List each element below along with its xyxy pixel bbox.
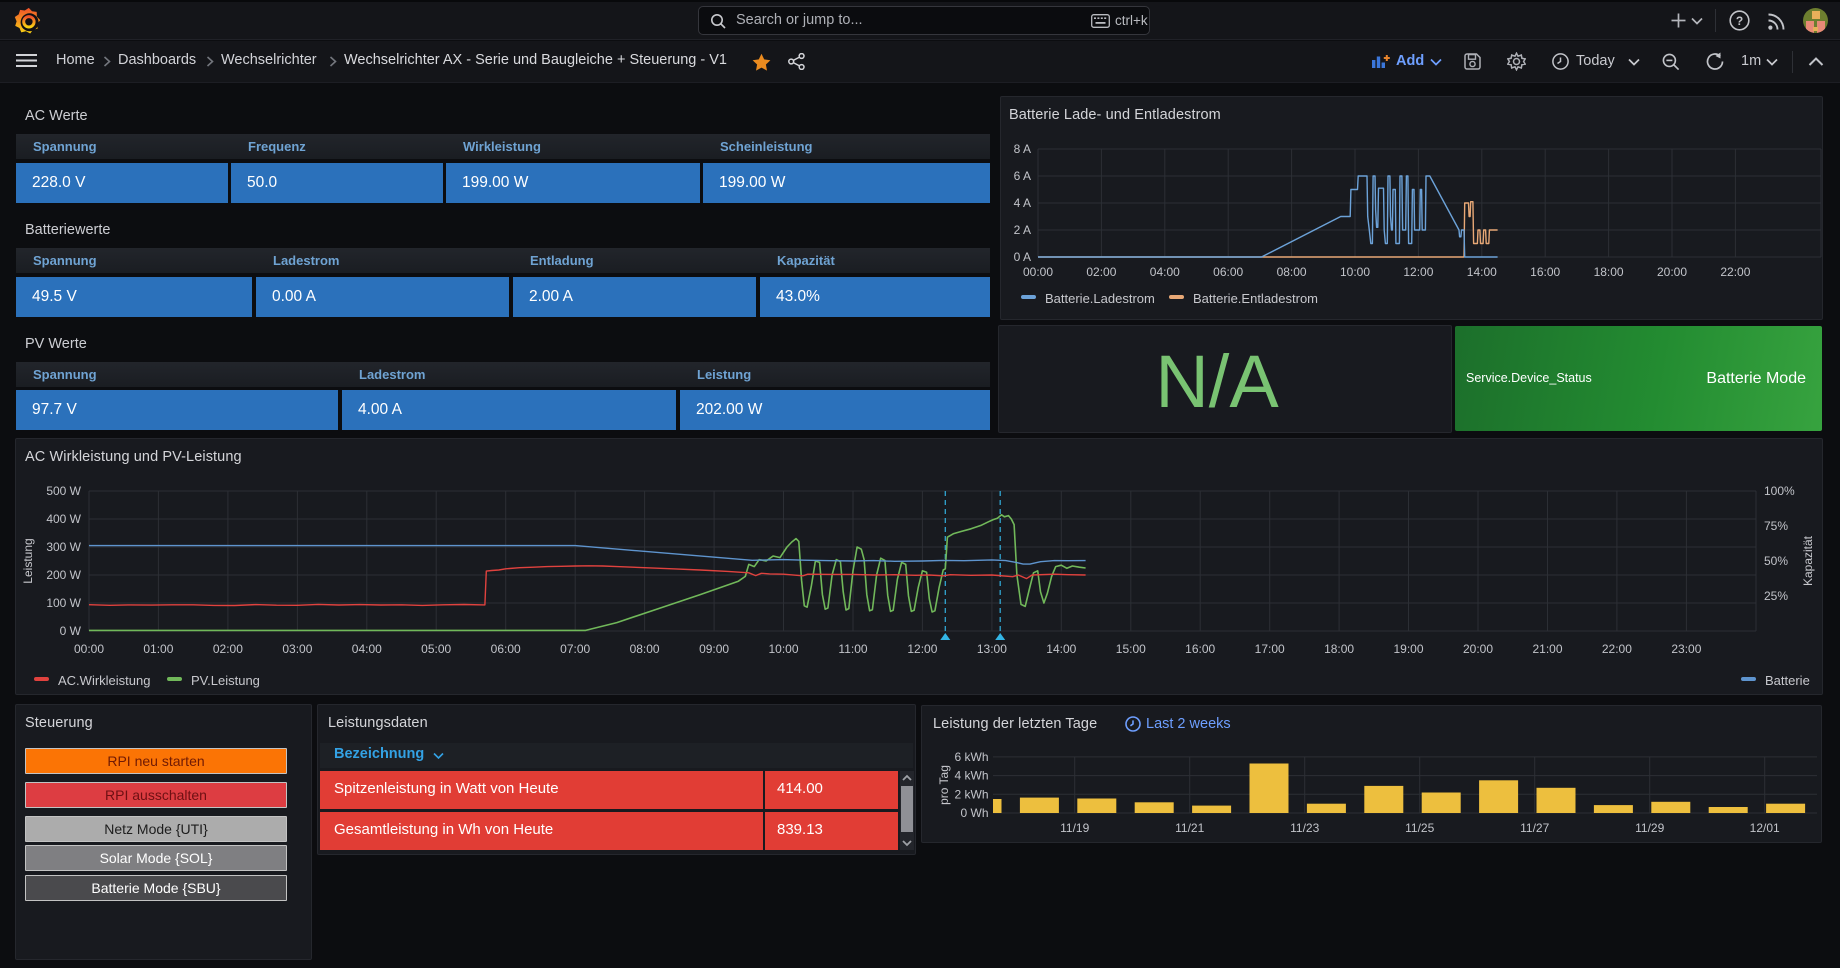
svg-text:09:00: 09:00 (699, 642, 729, 656)
svg-text:23:00: 23:00 (1671, 642, 1701, 656)
svg-text:06:00: 06:00 (1213, 265, 1243, 279)
svg-text:Batterie.Entladestrom: Batterie.Entladestrom (1193, 291, 1318, 306)
svg-text:0 W: 0 W (60, 624, 82, 638)
svg-text:12:00: 12:00 (1403, 265, 1433, 279)
svg-text:4 A: 4 A (1014, 196, 1031, 210)
svg-text:20:00: 20:00 (1657, 265, 1687, 279)
svg-text:00:00: 00:00 (1023, 265, 1053, 279)
svg-text:21:00: 21:00 (1532, 642, 1562, 656)
svg-text:18:00: 18:00 (1324, 642, 1354, 656)
svg-text:6 kWh: 6 kWh (954, 750, 988, 764)
svg-text:6 A: 6 A (1014, 169, 1031, 183)
svg-text:19:00: 19:00 (1393, 642, 1423, 656)
svg-text:14:00: 14:00 (1467, 265, 1497, 279)
svg-text:11/29: 11/29 (1635, 821, 1664, 835)
svg-text:12:00: 12:00 (907, 642, 937, 656)
svg-text:15:00: 15:00 (1116, 642, 1146, 656)
svg-text:01:00: 01:00 (143, 642, 173, 656)
svg-text:4 kWh: 4 kWh (954, 769, 988, 783)
svg-text:?: ? (1736, 14, 1743, 28)
svg-text:02:00: 02:00 (213, 642, 243, 656)
svg-text:11/21: 11/21 (1175, 821, 1204, 835)
svg-text:10:00: 10:00 (1340, 265, 1370, 279)
svg-text:500 W: 500 W (46, 484, 81, 498)
svg-text:8 A: 8 A (1014, 142, 1031, 156)
svg-text:pro Tag: pro Tag (937, 765, 951, 805)
svg-text:100%: 100% (1764, 484, 1795, 498)
svg-text:75%: 75% (1764, 519, 1788, 533)
svg-text:18:00: 18:00 (1594, 265, 1624, 279)
svg-text:12/01: 12/01 (1750, 821, 1780, 835)
svg-text:04:00: 04:00 (1150, 265, 1180, 279)
svg-text:08:00: 08:00 (1277, 265, 1307, 279)
svg-text:08:00: 08:00 (630, 642, 660, 656)
svg-text:50%: 50% (1764, 554, 1788, 568)
svg-text:11/23: 11/23 (1290, 821, 1319, 835)
svg-text:11:00: 11:00 (838, 642, 867, 656)
svg-text:06:00: 06:00 (491, 642, 521, 656)
svg-text:Batterie: Batterie (1765, 673, 1810, 688)
svg-text:Batterie.Ladestrom: Batterie.Ladestrom (1045, 291, 1155, 306)
svg-text:03:00: 03:00 (282, 642, 312, 656)
svg-text:11/19: 11/19 (1060, 821, 1089, 835)
svg-text:2 A: 2 A (1014, 223, 1031, 237)
svg-text:13:00: 13:00 (977, 642, 1007, 656)
svg-text:100 W: 100 W (46, 596, 81, 610)
svg-text:14:00: 14:00 (1046, 642, 1076, 656)
svg-text:PV.Leistung: PV.Leistung (191, 673, 260, 688)
svg-text:300 W: 300 W (46, 540, 81, 554)
svg-text:Kapazität: Kapazität (1801, 535, 1815, 586)
svg-text:10:00: 10:00 (768, 642, 798, 656)
svg-text:07:00: 07:00 (560, 642, 590, 656)
svg-text:04:00: 04:00 (352, 642, 382, 656)
svg-text:400 W: 400 W (46, 512, 81, 526)
svg-text:Leistung: Leistung (21, 538, 35, 583)
svg-text:2 kWh: 2 kWh (954, 787, 988, 801)
svg-text:11/27: 11/27 (1520, 821, 1549, 835)
svg-text:25%: 25% (1764, 589, 1788, 603)
svg-text:16:00: 16:00 (1185, 642, 1215, 656)
svg-text:17:00: 17:00 (1255, 642, 1285, 656)
svg-text:22:00: 22:00 (1720, 265, 1750, 279)
svg-text:02:00: 02:00 (1086, 265, 1116, 279)
svg-text:0 A: 0 A (1014, 250, 1031, 264)
svg-text:16:00: 16:00 (1530, 265, 1560, 279)
svg-text:22:00: 22:00 (1602, 642, 1632, 656)
svg-text:20:00: 20:00 (1463, 642, 1493, 656)
svg-text:AC.Wirkleistung: AC.Wirkleistung (58, 673, 150, 688)
svg-text:05:00: 05:00 (421, 642, 451, 656)
svg-text:11/25: 11/25 (1405, 821, 1434, 835)
svg-text:0 Wh: 0 Wh (960, 806, 988, 820)
svg-text:00:00: 00:00 (74, 642, 104, 656)
svg-text:200 W: 200 W (46, 568, 81, 582)
